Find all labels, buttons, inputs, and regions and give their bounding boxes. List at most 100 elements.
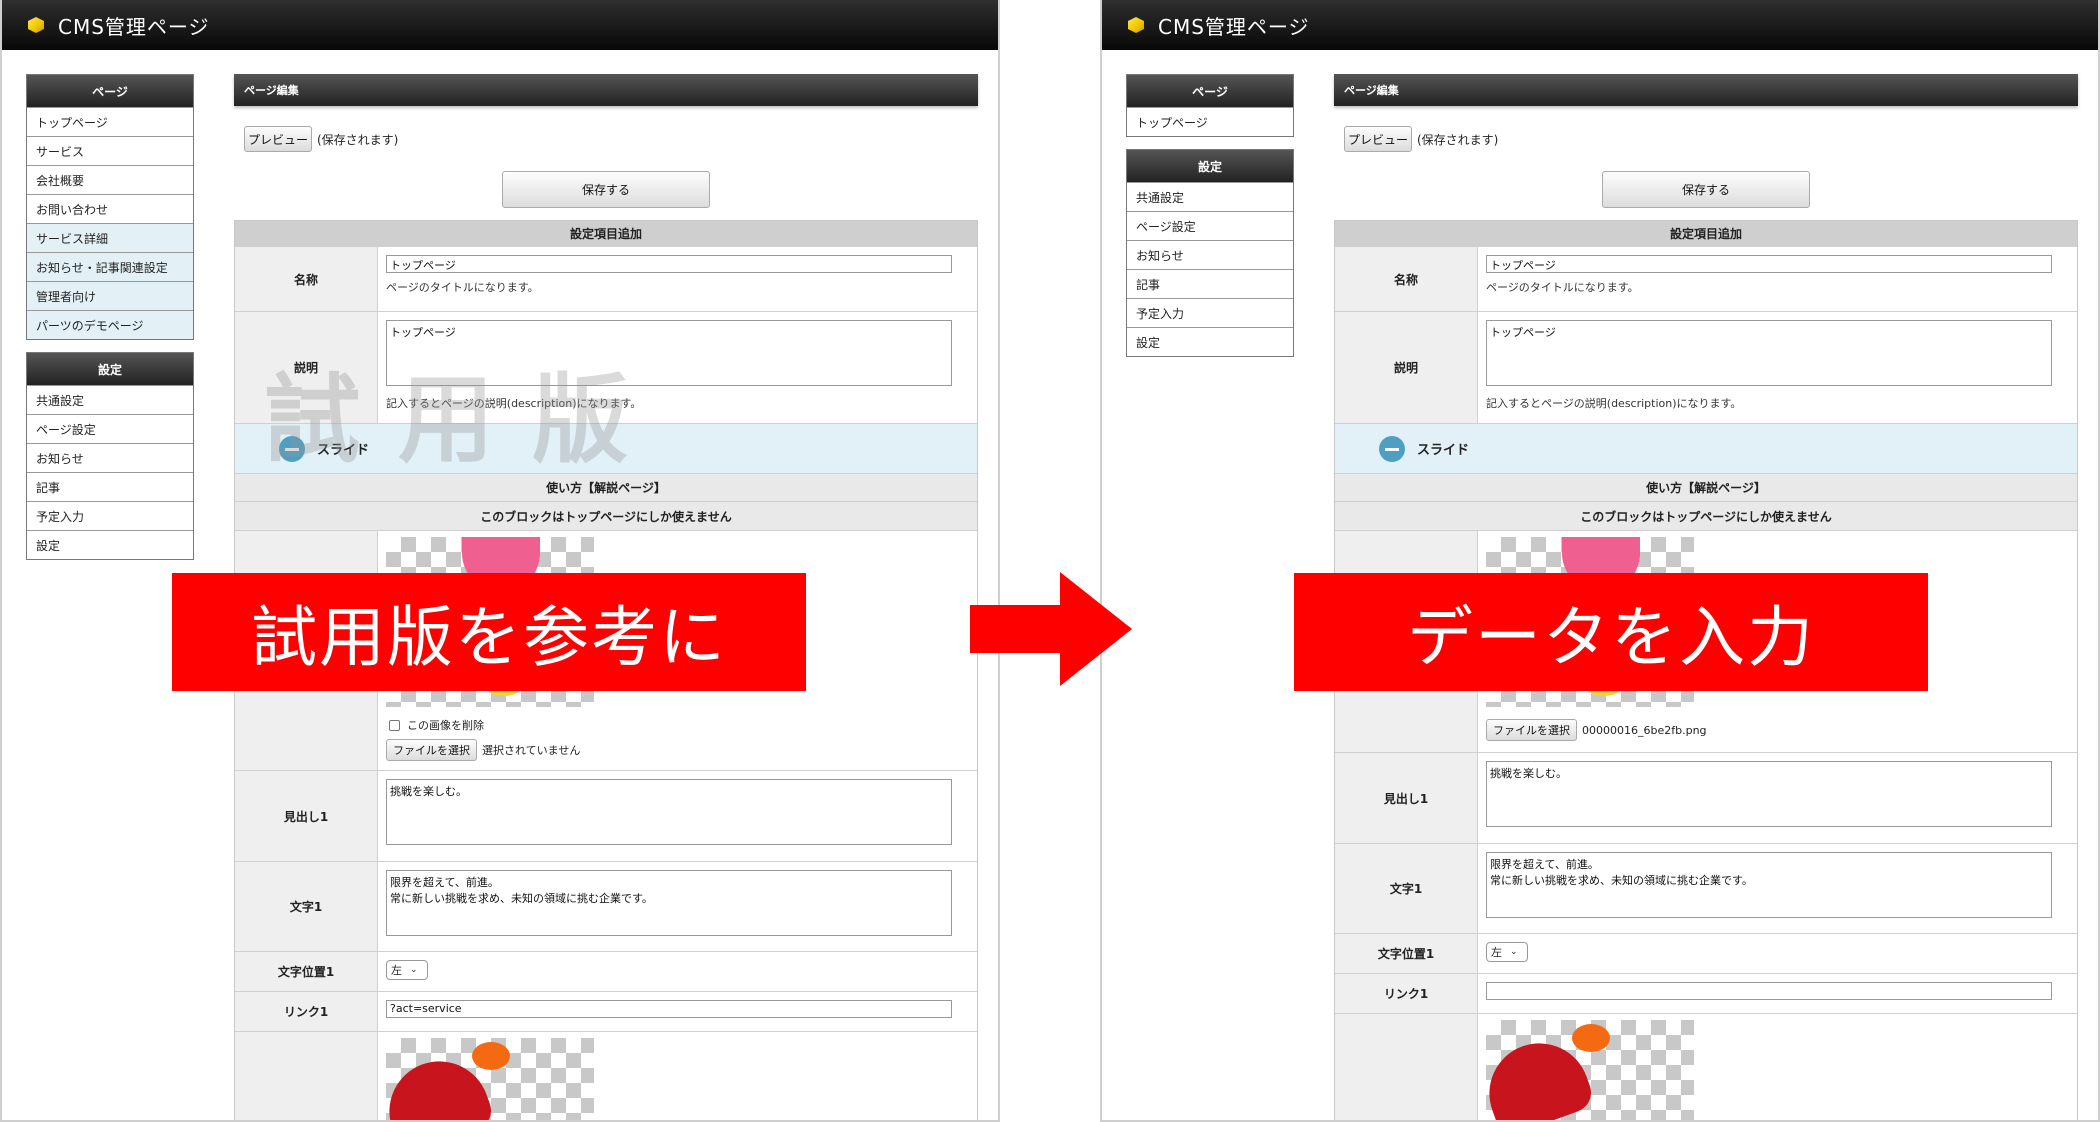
name-row: 名称 トップページ ページのタイトルになります。 <box>1335 247 2077 312</box>
textpos1-select[interactable]: 左 ⌄ <box>386 960 428 980</box>
textpos1-label: 文字位置1 <box>1335 934 1478 973</box>
sidebar-item-admin[interactable]: 管理者向け <box>27 281 193 310</box>
main-content: ページ編集 プレビュー (保存されます) 保存する 設定項目追加 名称 トップペ… <box>1334 74 2078 1120</box>
text1-textarea[interactable]: 限界を超えて、前進。 常に新しい挑戦を求め、未知の領域に挑む企業です。 <box>386 870 952 936</box>
section-title: 設定項目追加 <box>235 221 977 247</box>
sidebar-settings-header: 設定 <box>1127 150 1293 182</box>
delete-image-row: この画像を削除 <box>386 717 969 733</box>
section-title: 設定項目追加 <box>1335 221 2077 247</box>
sidebar-item-article[interactable]: 記事 <box>1127 269 1293 298</box>
text1-textarea[interactable]: 限界を超えて、前進。 常に新しい挑戦を求め、未知の領域に挑む企業です。 <box>1486 852 2052 918</box>
sidebar-item-service-detail[interactable]: サービス詳細 <box>27 223 193 252</box>
sidebar-item-company[interactable]: 会社概要 <box>27 165 193 194</box>
sidebar-item-contact[interactable]: お問い合わせ <box>27 194 193 223</box>
file-select-button[interactable]: ファイルを選択 <box>1486 719 1577 741</box>
textpos1-label: 文字位置1 <box>235 952 378 991</box>
link1-label: リンク1 <box>235 992 378 1031</box>
delete-image-checkbox[interactable] <box>389 719 400 731</box>
heading1-textarea[interactable]: 挑戦を楽しむ。 <box>1486 761 2052 827</box>
left-annotation-banner: 試用版を参考に <box>172 573 806 691</box>
slide-image2-preview <box>386 1038 594 1120</box>
sidebar-settings: 設定 共通設定 ページ設定 お知らせ 記事 予定入力 設定 <box>1126 149 1294 357</box>
link1-input[interactable] <box>1486 982 2052 1000</box>
app-title: CMS管理ページ <box>1158 14 1310 39</box>
sidebar: ページ トップページ サービス 会社概要 お問い合わせ サービス詳細 お知らせ・… <box>26 74 194 572</box>
text1-label: 文字1 <box>235 862 378 951</box>
sidebar-settings: 設定 共通設定 ページ設定 お知らせ 記事 予定入力 設定 <box>26 352 194 560</box>
sidebar-item-service[interactable]: サービス <box>27 136 193 165</box>
sidebar-item-article[interactable]: 記事 <box>27 472 193 501</box>
sidebar-item-page-settings[interactable]: ページ設定 <box>27 414 193 443</box>
name-input[interactable]: トップページ <box>386 255 952 273</box>
block-note: このブロックはトップページにしか使えません <box>235 502 977 531</box>
sidebar-item-top[interactable]: トップページ <box>27 107 193 136</box>
main-content: ページ編集 プレビュー (保存されます) 保存する 設定項目追加 名称 トップペ… <box>234 74 978 1120</box>
sidebar-item-common[interactable]: 共通設定 <box>27 385 193 414</box>
sidebar-item-parts-demo[interactable]: パーツのデモページ <box>27 310 193 339</box>
link1-row: リンク1 ?act=service <box>235 992 977 1032</box>
right-annotation-banner: データを入力 <box>1294 573 1928 691</box>
description-label: 説明 <box>1335 312 1478 423</box>
chevron-down-icon: ⌄ <box>410 965 418 975</box>
sidebar-pages-header: ページ <box>27 75 193 107</box>
sidebar-pages-header: ページ <box>1127 75 1293 107</box>
sidebar-item-page-settings[interactable]: ページ設定 <box>1127 211 1293 240</box>
sidebar-item-news[interactable]: お知らせ <box>1127 240 1293 269</box>
name-label: 名称 <box>235 247 378 311</box>
cms-logo-icon <box>1128 17 1144 33</box>
preview-note: (保存されます) <box>317 132 399 147</box>
file-status: 00000016_6be2fb.png <box>1582 723 1707 737</box>
preview-button[interactable]: プレビュー <box>244 126 312 152</box>
slide-section[interactable]: スライド <box>1335 424 2077 474</box>
link1-input[interactable]: ?act=service <box>386 1000 952 1018</box>
text1-row: 文字1 限界を超えて、前進。 常に新しい挑戦を求め、未知の領域に挑む企業です。 <box>235 862 977 952</box>
sidebar: ページ トップページ 設定 共通設定 ページ設定 お知らせ 記事 予定入力 設定 <box>1126 74 1294 369</box>
sidebar-pages: ページ トップページ サービス 会社概要 お問い合わせ サービス詳細 お知らせ・… <box>26 74 194 340</box>
collapse-minus-icon[interactable] <box>1379 435 1405 462</box>
sidebar-item-top[interactable]: トップページ <box>1127 107 1293 136</box>
file-select-button[interactable]: ファイルを選択 <box>386 739 477 761</box>
name-help: ページのタイトルになります。 <box>1486 281 1639 294</box>
description-help: 記入するとページの説明(description)になります。 <box>1486 397 1742 410</box>
description-textarea[interactable]: トップページ <box>1486 320 2052 386</box>
sidebar-item-schedule[interactable]: 予定入力 <box>27 501 193 530</box>
save-button[interactable]: 保存する <box>502 171 710 208</box>
sidebar-item-schedule[interactable]: 予定入力 <box>1127 298 1293 327</box>
cms-window-trial: CMS管理ページ ページ トップページ サービス 会社概要 お問い合わせ サービ… <box>0 0 1000 1122</box>
preview-row: プレビュー (保存されます) <box>1344 126 1498 152</box>
image2-label <box>235 1032 378 1120</box>
arrow-right-icon <box>970 572 1132 686</box>
text1-row: 文字1 限界を超えて、前進。 常に新しい挑戦を求め、未知の領域に挑む企業です。 <box>1335 844 2077 934</box>
link1-row: リンク1 <box>1335 974 2077 1014</box>
preview-row: プレビュー (保存されます) <box>244 126 398 152</box>
page-edit-header: ページ編集 <box>1334 74 2078 106</box>
textpos1-row: 文字位置1 左 ⌄ <box>235 952 977 992</box>
file-status: 選択されていません <box>482 744 581 757</box>
sidebar-item-settings[interactable]: 設定 <box>1127 327 1293 356</box>
description-row: 説明 トップページ 記入するとページの説明(description)になります。 <box>1335 312 2077 424</box>
preview-button[interactable]: プレビュー <box>1344 126 1412 152</box>
image2-row <box>235 1032 977 1120</box>
save-button[interactable]: 保存する <box>1602 171 1810 208</box>
image2-row <box>1335 1014 2077 1120</box>
heading1-textarea[interactable]: 挑戦を楽しむ。 <box>386 779 952 845</box>
heading1-label: 見出し1 <box>235 771 378 861</box>
cms-window-input: CMS管理ページ ページ トップページ 設定 共通設定 ページ設定 お知らせ 記… <box>1100 0 2100 1122</box>
name-input[interactable]: トップページ <box>1486 255 2052 273</box>
file-row: ファイルを選択 選択されていません <box>386 739 969 761</box>
sidebar-item-news-settings[interactable]: お知らせ・記事関連設定 <box>27 252 193 281</box>
heading1-row: 見出し1 挑戦を楽しむ。 <box>1335 753 2077 844</box>
textpos1-select[interactable]: 左 ⌄ <box>1486 942 1528 962</box>
image2-label <box>1335 1014 1478 1120</box>
sidebar-item-common[interactable]: 共通設定 <box>1127 182 1293 211</box>
page-edit-header: ページ編集 <box>234 74 978 106</box>
heading1-row: 見出し1 挑戦を楽しむ。 <box>235 771 977 862</box>
name-help: ページのタイトルになります。 <box>386 281 539 294</box>
sidebar-item-news[interactable]: お知らせ <box>27 443 193 472</box>
usage-link[interactable]: 使い方【解説ページ】 <box>1335 474 2077 502</box>
trial-watermark: 試用版 <box>264 364 666 476</box>
block-note: このブロックはトップページにしか使えません <box>1335 502 2077 531</box>
sidebar-pages: ページ トップページ <box>1126 74 1294 137</box>
sidebar-item-settings[interactable]: 設定 <box>27 530 193 559</box>
sidebar-settings-header: 設定 <box>27 353 193 385</box>
